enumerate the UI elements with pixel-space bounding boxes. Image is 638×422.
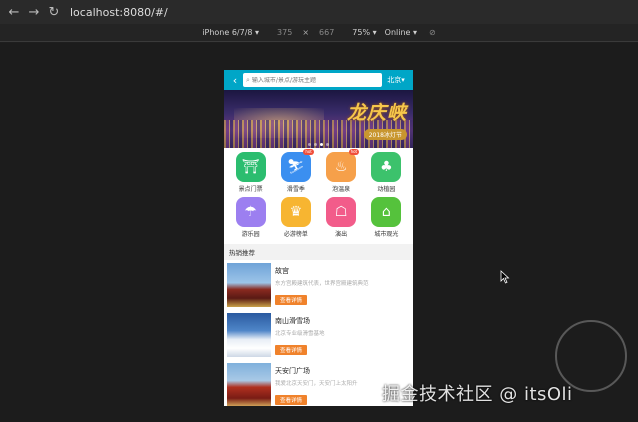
list-item[interactable]: 南山滑雪场 北京专业级滑雪基地 查看详情 — [227, 313, 410, 362]
zoom-select[interactable]: 75% ▾ — [352, 28, 376, 37]
category-item[interactable]: ♣ 动植园 — [364, 152, 409, 193]
watermark-text: 掘金技术社区 @ itsOli — [382, 384, 573, 405]
reload-icon[interactable]: ↻ — [44, 2, 64, 22]
category-item[interactable]: ♨ hot 泡温泉 — [319, 149, 364, 193]
list-item[interactable]: 故宫 东方宫殿建筑代表，世界宫殿建筑典范 查看详情 — [227, 263, 410, 312]
category-label: 滑雪季 — [286, 186, 305, 193]
rotate-icon[interactable]: ⊘ — [429, 28, 436, 37]
umbrella-icon: ☂ — [235, 197, 266, 227]
banner-carousel[interactable]: 龙庆峡 2018冰灯节 — [224, 90, 413, 148]
tree-icon: ♣ — [371, 152, 402, 182]
thumbnail-ski-resort — [227, 313, 271, 357]
city-icon: ⌂ — [371, 197, 402, 227]
banner-title: 龙庆峡 — [346, 102, 407, 124]
category-grid: ⛩ 景点门票 ⛷ hot 滑雪季 ♨ hot 泡温泉 ♣ 动植园 ☂ 游乐园 ♛ 必… — [224, 148, 413, 238]
width-field[interactable]: 375 — [277, 28, 292, 37]
device-toolbar: iPhone 6/7/8 ▾ 375 × 667 75% ▾ Online ▾ … — [0, 24, 638, 42]
browser-toolbar: ← → ↻ localhost:8080/#/ — [0, 0, 638, 24]
category-item[interactable]: ⛩ 景点门票 — [228, 152, 273, 193]
device-select[interactable]: iPhone 6/7/8 ▾ — [202, 28, 259, 37]
carousel-dot-active[interactable] — [320, 143, 323, 146]
carousel-dots — [224, 143, 413, 146]
arrow-right-icon[interactable]: → — [24, 2, 44, 22]
chevron-left-icon[interactable]: ‹ — [227, 74, 243, 87]
category-label: 演出 — [335, 231, 348, 238]
item-title: 故宫 — [275, 267, 289, 275]
section-title-hot: 热销推荐 — [224, 244, 413, 260]
phone-viewport: ‹ ⌕ 北京▾ 龙庆峡 2018冰灯节 ⛩ 景点门票 ⛷hot 滑雪季 ♨hot… — [224, 70, 413, 406]
address-bar[interactable]: localhost:8080/#/ — [70, 6, 168, 19]
category-label: 必游榜单 — [283, 231, 308, 238]
city-select[interactable]: 北京▾ — [382, 75, 410, 85]
temple-icon: ⛩ — [235, 152, 266, 182]
search-input[interactable] — [251, 76, 382, 84]
item-desc: 东方宫殿建筑代表，世界宫殿建筑典范 — [275, 281, 369, 287]
item-title: 南山滑雪场 — [275, 317, 310, 325]
view-detail-button[interactable]: 查看详情 — [275, 295, 308, 305]
category-label: 景点门票 — [238, 186, 263, 193]
search-icon: ⌕ — [246, 75, 250, 84]
category-label: 游乐园 — [241, 231, 260, 238]
stage-icon: ☖ — [326, 197, 357, 227]
thumbnail-forbidden-city — [227, 263, 271, 307]
trophy-icon: ♛ — [280, 197, 311, 227]
app-header: ‹ ⌕ 北京▾ — [224, 70, 413, 90]
carousel-dot[interactable] — [308, 143, 311, 146]
category-label: 泡温泉 — [332, 186, 351, 193]
category-label: 城市观光 — [374, 231, 399, 238]
arrow-left-icon[interactable]: ← — [4, 2, 24, 22]
category-item[interactable]: ☂ 游乐园 — [228, 197, 273, 238]
carousel-dot[interactable] — [314, 143, 317, 146]
thumbnail-tiananmen — [227, 363, 271, 406]
height-field[interactable]: 667 — [319, 28, 334, 37]
view-detail-button[interactable]: 查看详情 — [275, 345, 308, 355]
search-box[interactable]: ⌕ — [243, 73, 382, 87]
hot-badge: hot — [348, 149, 360, 155]
carousel-dot[interactable] — [326, 143, 329, 146]
dimension-separator: × — [302, 28, 310, 37]
category-item[interactable]: ☖ 演出 — [319, 197, 364, 238]
view-detail-button[interactable]: 查看详情 — [275, 395, 308, 405]
category-item[interactable]: ⛷ hot 滑雪季 — [273, 149, 318, 193]
item-title: 天安门广场 — [275, 367, 310, 375]
network-select[interactable]: Online ▾ — [385, 28, 417, 37]
mouse-cursor-icon — [500, 270, 510, 284]
banner-subtitle: 2018冰灯节 — [363, 129, 407, 140]
hot-badge: hot — [303, 149, 314, 155]
category-item[interactable]: ♛ 必游榜单 — [273, 197, 318, 238]
skier-icon: ⛷ hot — [280, 149, 314, 182]
category-label: 动植园 — [377, 186, 396, 193]
item-desc: 北京专业级滑雪基地 — [275, 331, 325, 337]
hot-spring-icon: ♨ hot — [326, 149, 360, 182]
category-item[interactable]: ⌂ 城市观光 — [364, 197, 409, 238]
